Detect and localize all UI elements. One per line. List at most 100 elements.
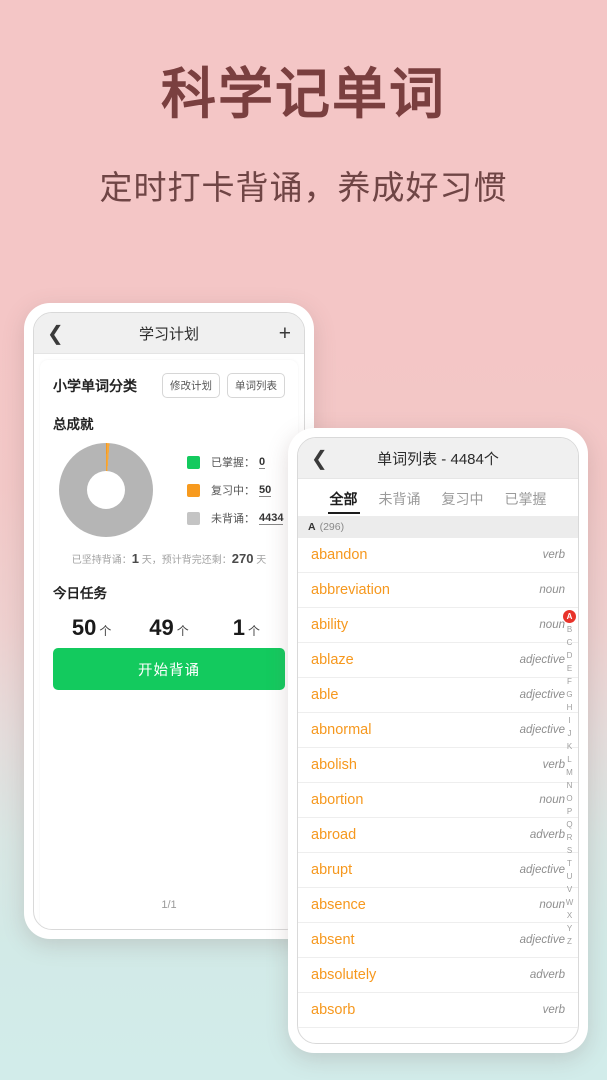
plus-icon[interactable]: + <box>279 323 291 344</box>
word-text: ablaze <box>311 652 354 668</box>
legend-label-reviewing: 复习中： <box>211 485 255 497</box>
alphabet-index-letter-c[interactable]: C <box>563 636 576 649</box>
swatch-reviewing-icon <box>187 483 200 497</box>
stat-review-value: 50 <box>71 615 97 640</box>
phone2-nav-title: 单词列表 - 4484个 <box>377 450 499 468</box>
page-indicator: 1/1 <box>161 899 177 911</box>
word-text: absent <box>311 932 355 948</box>
tab-not-learned[interactable]: 未背诵 <box>379 489 421 514</box>
word-pos: adverb <box>529 969 565 981</box>
list-item[interactable]: absent adjective <box>298 923 578 958</box>
stat-revise-value: 1 <box>232 615 245 640</box>
alphabet-index-letter-b[interactable]: B <box>563 623 576 636</box>
legend-label-mastered: 已掌握： <box>211 457 255 469</box>
list-item[interactable]: abrupt adjective <box>298 853 578 888</box>
start-recite-button[interactable]: 开始背诵 <box>53 648 285 690</box>
alphabet-index-letter-n[interactable]: N <box>563 779 576 792</box>
word-text: abnormal <box>311 722 372 738</box>
legend-label-not-learned: 未背诵： <box>211 513 255 525</box>
category-buttons: 修改计划 单词列表 <box>162 373 285 398</box>
alphabet-index-letter-s[interactable]: S <box>563 844 576 857</box>
phone2-screen: ❮ 单词列表 - 4484个 全部 未背诵 复习中 已掌握 A (296) ab… <box>297 437 579 1044</box>
category-name: 小学单词分类 <box>53 377 137 394</box>
legend-item-reviewing: 复习中： 50 <box>187 482 283 498</box>
stat-review-unit: 个 <box>99 624 112 638</box>
alphabet-index-letter-f[interactable]: F <box>563 675 576 688</box>
phone2-navbar: ❮ 单词列表 - 4484个 <box>298 438 578 479</box>
alphabet-index-letter-a[interactable]: A <box>563 610 576 623</box>
word-text: absence <box>311 897 366 913</box>
legend-value-mastered: 0 <box>259 455 266 469</box>
alphabet-index-letter-l[interactable]: L <box>563 753 576 766</box>
alphabet-index-scrollbar[interactable]: ABCDEFGHIJKLMNOPQRSTUVWXYZ <box>563 610 576 948</box>
alphabet-index-letter-k[interactable]: K <box>563 740 576 753</box>
section-count: (296) <box>319 521 345 533</box>
alphabet-index-letter-j[interactable]: J <box>563 727 576 740</box>
remaining-days: 270 <box>231 551 254 566</box>
chevron-left-icon[interactable]: ❮ <box>311 448 328 468</box>
word-pos: noun <box>539 584 565 596</box>
alphabet-index-letter-r[interactable]: R <box>563 831 576 844</box>
alphabet-index-letter-h[interactable]: H <box>563 701 576 714</box>
word-pos: verb <box>542 1004 565 1016</box>
word-pos: adjective <box>519 864 565 876</box>
list-item[interactable]: absence noun <box>298 888 578 923</box>
stat-review-number: 50 个 <box>53 615 130 641</box>
list-item[interactable]: abnormal adjective <box>298 713 578 748</box>
list-item[interactable]: abolish verb <box>298 748 578 783</box>
alphabet-index-letter-p[interactable]: P <box>563 805 576 818</box>
list-item[interactable]: able adjective <box>298 678 578 713</box>
word-list-tabs: 全部 未背诵 复习中 已掌握 <box>298 479 578 516</box>
list-item[interactable]: abortion noun <box>298 783 578 818</box>
alphabet-index-letter-x[interactable]: X <box>563 909 576 922</box>
alphabet-index-letter-u[interactable]: U <box>563 870 576 883</box>
alphabet-index-letter-y[interactable]: Y <box>563 922 576 935</box>
swatch-mastered-icon <box>187 455 200 469</box>
alphabet-index-letter-i[interactable]: I <box>563 714 576 727</box>
stat-new-number: 49 个 <box>130 615 207 641</box>
alphabet-index-letter-v[interactable]: V <box>563 883 576 896</box>
alphabet-index-letter-e[interactable]: E <box>563 662 576 675</box>
page-title: 科学记单词 <box>160 61 446 126</box>
alphabet-index-letter-g[interactable]: G <box>563 688 576 701</box>
list-item[interactable]: abandon verb <box>298 538 578 573</box>
list-item[interactable]: abroad adverb <box>298 818 578 853</box>
study-plan-card: 小学单词分类 修改计划 单词列表 总成就 已掌握： 0 复习中： 50 未背诵：… <box>40 360 298 929</box>
word-pos: verb <box>542 549 565 561</box>
alphabet-index-letter-m[interactable]: M <box>563 766 576 779</box>
word-list-button[interactable]: 单词列表 <box>227 373 285 398</box>
word-pos: adjective <box>519 724 565 736</box>
phone-mockup-study-plan: ❮ 学习计划 + 小学单词分类 修改计划 单词列表 总成就 已掌握： 0 复习中… <box>24 303 314 939</box>
list-item[interactable]: ablaze adjective <box>298 643 578 678</box>
alphabet-index-letter-q[interactable]: Q <box>563 818 576 831</box>
list-item[interactable]: absolutely adverb <box>298 958 578 993</box>
alphabet-index-letter-o[interactable]: O <box>563 792 576 805</box>
chevron-left-icon[interactable]: ❮ <box>47 323 64 343</box>
tab-mastered[interactable]: 已掌握 <box>505 489 547 514</box>
alphabet-index-letter-d[interactable]: D <box>563 649 576 662</box>
alphabet-index-letter-z[interactable]: Z <box>563 935 576 948</box>
legend-item-mastered: 已掌握： 0 <box>187 454 283 470</box>
word-text: absolutely <box>311 967 377 983</box>
tab-all[interactable]: 全部 <box>327 489 360 514</box>
word-text: abolish <box>311 757 357 773</box>
word-text: abortion <box>311 792 364 808</box>
streak-unit: 天，预计背完还剩： <box>138 555 232 566</box>
list-item[interactable]: abbreviation noun <box>298 573 578 608</box>
word-pos: adjective <box>519 934 565 946</box>
word-text: ability <box>311 617 349 633</box>
category-row: 小学单词分类 修改计划 单词列表 <box>53 373 285 398</box>
page-subtitle: 定时打卡背诵，养成好习惯 <box>99 168 508 206</box>
word-text: abroad <box>311 827 357 843</box>
list-item[interactable]: ability noun <box>298 608 578 643</box>
alphabet-index-letter-w[interactable]: W <box>563 896 576 909</box>
alphabet-index-letter-t[interactable]: T <box>563 857 576 870</box>
streak-prefix: 已坚持背诵： <box>71 555 132 566</box>
word-pos: noun <box>539 619 565 631</box>
tab-reviewing[interactable]: 复习中 <box>442 489 484 514</box>
edit-plan-button[interactable]: 修改计划 <box>162 373 220 398</box>
word-text: able <box>311 687 339 703</box>
today-task-title: 今日任务 <box>53 586 107 601</box>
list-item[interactable]: absorb verb <box>298 993 578 1028</box>
word-text: abbreviation <box>311 582 390 598</box>
